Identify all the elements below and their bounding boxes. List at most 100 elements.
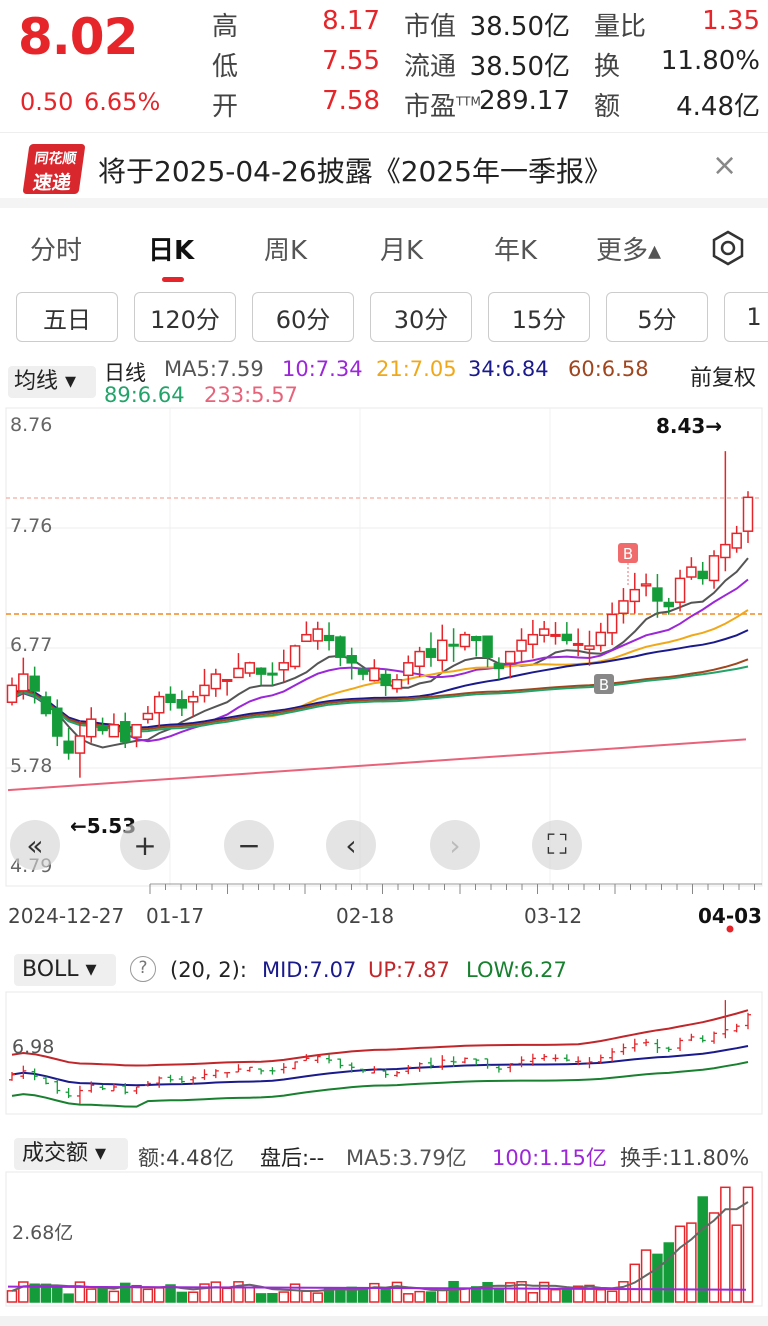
ma21-value: 21:7.05 — [376, 357, 457, 381]
amount-bar — [244, 1286, 256, 1303]
amount-bar — [550, 1288, 561, 1303]
close-icon[interactable]: × — [712, 148, 737, 183]
price-tick-1: 7.76 — [10, 515, 53, 537]
boll-y-tick: 6.98 — [12, 1036, 55, 1058]
candle-body — [278, 662, 290, 671]
amount-bar — [493, 1287, 505, 1303]
amount-bar — [108, 1290, 120, 1303]
indicator-select-boll[interactable]: BOLL ▾ — [14, 954, 116, 986]
candle-body — [538, 628, 550, 636]
amount-value: 额:4.48亿 — [138, 1146, 234, 1170]
ma5-value: MA5:7.59 — [164, 357, 264, 381]
candle-body — [52, 707, 63, 737]
candle-body — [708, 555, 720, 582]
tab-2[interactable]: 周K — [264, 230, 307, 267]
chart-nav-button-2[interactable]: − — [224, 820, 274, 870]
news-text[interactable]: 将于2025-04-26披露《2025年一季报》 — [98, 150, 612, 190]
amount-bar — [210, 1281, 222, 1303]
period-button-1[interactable]: 120分 — [134, 292, 236, 342]
chart-nav-button-5[interactable]: ⛶ — [532, 820, 582, 870]
candle-body — [29, 675, 40, 692]
stat-value-7: 11.80% — [660, 46, 760, 76]
candle-body — [448, 643, 459, 647]
candle-body — [437, 639, 448, 662]
candle-body — [119, 721, 131, 743]
stat-label-6: 量比 — [594, 12, 647, 42]
candle-body — [221, 678, 233, 682]
chart-nav-button-0[interactable]: « — [10, 820, 60, 870]
candle-body — [652, 587, 663, 602]
amount-bar — [267, 1292, 278, 1303]
amount-bar — [414, 1290, 425, 1303]
candle-body — [255, 667, 267, 675]
candle-body — [414, 650, 425, 668]
candle-body — [63, 740, 74, 754]
last-price: 8.02 — [18, 8, 138, 66]
candle-body — [493, 662, 505, 670]
change-percent: 6.65% — [84, 88, 161, 116]
ma34-value: 34:6.84 — [468, 357, 549, 381]
candle-body — [244, 662, 256, 674]
amount-bar — [18, 1281, 29, 1303]
candle-body — [516, 639, 527, 652]
indicator-select-ma[interactable]: 均线 ▾ — [8, 366, 96, 398]
candle-body — [74, 735, 86, 754]
period-button-6[interactable]: 1 — [724, 292, 768, 342]
candle-body — [527, 633, 539, 646]
tab-1[interactable]: 日K — [148, 230, 194, 267]
amount-bar — [278, 1291, 290, 1303]
candle-body — [335, 636, 346, 658]
period-button-3[interactable]: 30分 — [370, 292, 472, 342]
candle-body — [108, 724, 120, 738]
candle-body — [425, 648, 437, 658]
candle-body — [674, 577, 686, 603]
forward-adjust-toggle[interactable]: 前复权 — [690, 360, 756, 392]
ma89-value: 89:6.64 — [104, 383, 185, 407]
period-button-5[interactable]: 5分 — [606, 292, 708, 342]
chart-nav-button-4[interactable]: › — [430, 820, 480, 870]
tab-0[interactable]: 分时 — [30, 230, 82, 267]
indicator-select-amount[interactable]: 成交额 ▾ — [14, 1138, 128, 1170]
price-tick-3: 5.78 — [10, 755, 53, 777]
date-tick-2: 02-18 — [336, 904, 395, 928]
boll-params: (20, 2): — [170, 958, 247, 982]
help-icon[interactable]: ? — [130, 956, 156, 982]
candle-body — [391, 678, 403, 690]
amount-bar — [380, 1288, 391, 1303]
candle-body — [618, 600, 629, 615]
active-tab-indicator — [162, 277, 184, 282]
boll-chart[interactable] — [0, 990, 768, 1116]
kline-chart[interactable]: BB — [0, 406, 768, 946]
amount-ma5: MA5:3.79亿 — [346, 1146, 467, 1170]
candle-body — [459, 633, 471, 648]
chart-nav-button-1[interactable]: + — [120, 820, 170, 870]
ma233-line — [7, 738, 747, 792]
tab-5[interactable]: 更多▴ — [596, 230, 661, 267]
candle-body — [6, 684, 18, 703]
boll-low: LOW:6.27 — [466, 958, 567, 982]
price-tick-0: 8.76 — [10, 414, 53, 436]
after-hours-value: 盘后:-- — [260, 1146, 325, 1170]
candle-body — [210, 673, 222, 690]
candle-body — [289, 645, 301, 668]
stat-label-5: 市盈TTM — [404, 92, 481, 122]
period-button-0[interactable]: 五日 — [16, 292, 118, 342]
amount-bar — [176, 1291, 188, 1303]
tab-4[interactable]: 年K — [494, 230, 537, 267]
amount-chart[interactable] — [0, 1170, 768, 1310]
amount-bar — [255, 1293, 267, 1303]
amount-bar — [663, 1242, 674, 1303]
candle-body — [504, 650, 516, 665]
tab-3[interactable]: 月K — [380, 230, 423, 267]
candle-body — [40, 696, 52, 715]
period-button-4[interactable]: 15分 — [488, 292, 590, 342]
settings-hexagon-icon[interactable] — [710, 230, 746, 266]
stat-value-2: 7.58 — [322, 86, 380, 116]
stat-value-8: 4.48亿 — [676, 92, 760, 122]
price-tick-2: 6.77 — [10, 634, 53, 656]
chart-nav-button-3[interactable]: ‹ — [326, 820, 376, 870]
amount-y-tick: 2.68亿 — [12, 1222, 74, 1244]
candle-body — [561, 633, 573, 642]
stat-label-8: 额 — [594, 92, 621, 122]
period-button-2[interactable]: 60分 — [252, 292, 354, 342]
